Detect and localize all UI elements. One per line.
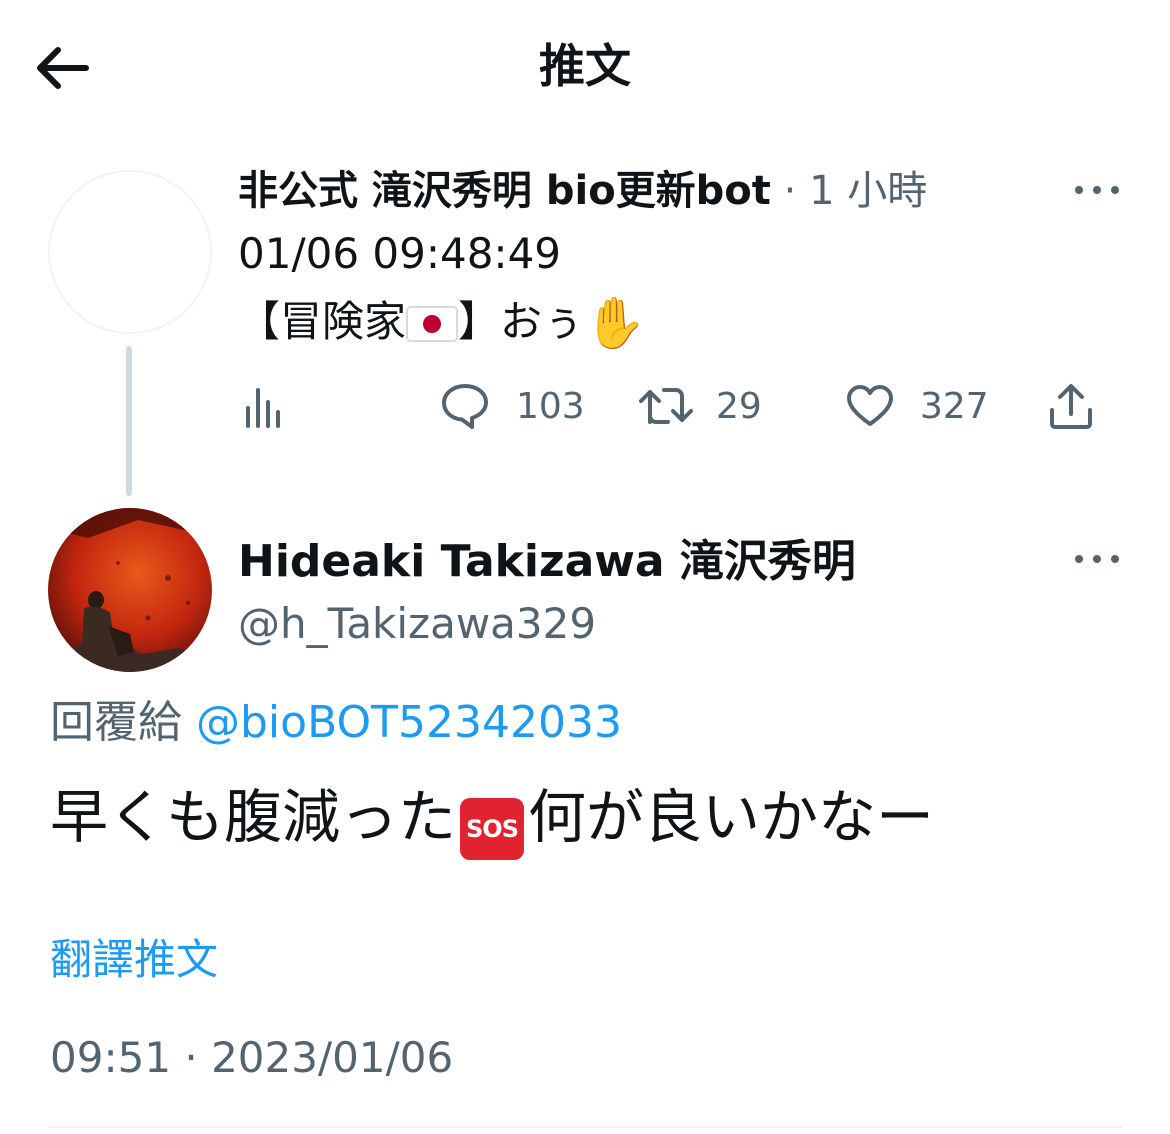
- more-horizontal-icon: [1075, 555, 1119, 563]
- share-button[interactable]: [1048, 376, 1094, 436]
- page-title: 推文: [539, 39, 631, 93]
- thread-line: [126, 346, 132, 496]
- analytics-icon: [246, 388, 280, 428]
- parent-line2-open: 【冒険家: [238, 297, 407, 346]
- reply-button[interactable]: 103: [440, 376, 585, 436]
- retweet-count: 29: [716, 385, 762, 427]
- reply-count: 103: [516, 385, 585, 427]
- tweet-timestamp[interactable]: 09:51 · 2023/01/06: [50, 1030, 453, 1086]
- main-tweet-text: 早くも腹減った SOS 何が良いかなー: [50, 776, 934, 860]
- parent-relative-time[interactable]: 1 小時: [809, 168, 927, 214]
- like-button[interactable]: 327: [846, 376, 989, 436]
- parent-display-name[interactable]: 非公式 滝沢秀明 bio更新bot: [238, 168, 771, 214]
- parent-tweet-line2: 【冒険家 】おぅ✋: [238, 290, 646, 354]
- waving-hand-icon: ✋: [584, 294, 647, 352]
- sos-icon: SOS: [460, 798, 525, 860]
- parent-tweet-line1: 01/06 09:48:49: [238, 229, 562, 278]
- main-display-name[interactable]: Hideaki Takizawa 滝沢秀明: [238, 534, 856, 590]
- divider: [48, 1126, 1122, 1128]
- reply-mention-link[interactable]: @bioBOT52342033: [196, 697, 622, 748]
- reply-context: 回覆給 @bioBOT52342033: [50, 694, 622, 752]
- main-text-before: 早くも腹減った: [50, 783, 457, 851]
- heart-icon: [847, 385, 893, 426]
- main-more-button[interactable]: [1072, 549, 1122, 569]
- main-avatar[interactable]: [48, 508, 212, 672]
- parent-more-button[interactable]: [1072, 180, 1122, 200]
- reply-bubble-icon: [442, 384, 488, 429]
- parent-tweet-header: 非公式 滝沢秀明 bio更新bot · 1 小時: [238, 163, 927, 219]
- avatar-image: [48, 508, 212, 672]
- main-handle[interactable]: @h_Takizawa329: [238, 596, 596, 652]
- views-button[interactable]: [240, 376, 288, 436]
- parent-line2-close: 】おぅ: [458, 297, 585, 346]
- main-text-after: 何が良いかなー: [528, 783, 935, 851]
- share-icon: [1050, 384, 1092, 429]
- more-horizontal-icon: [1075, 186, 1119, 194]
- separator-dot: ·: [783, 168, 797, 214]
- like-count: 327: [920, 385, 989, 427]
- japan-flag-icon: [406, 306, 459, 342]
- reply-label: 回覆給: [50, 697, 182, 748]
- retweet-button[interactable]: 29: [638, 376, 762, 436]
- parent-avatar[interactable]: [48, 170, 212, 334]
- translate-tweet-link[interactable]: 翻譯推文: [50, 932, 218, 988]
- retweet-icon: [639, 388, 693, 424]
